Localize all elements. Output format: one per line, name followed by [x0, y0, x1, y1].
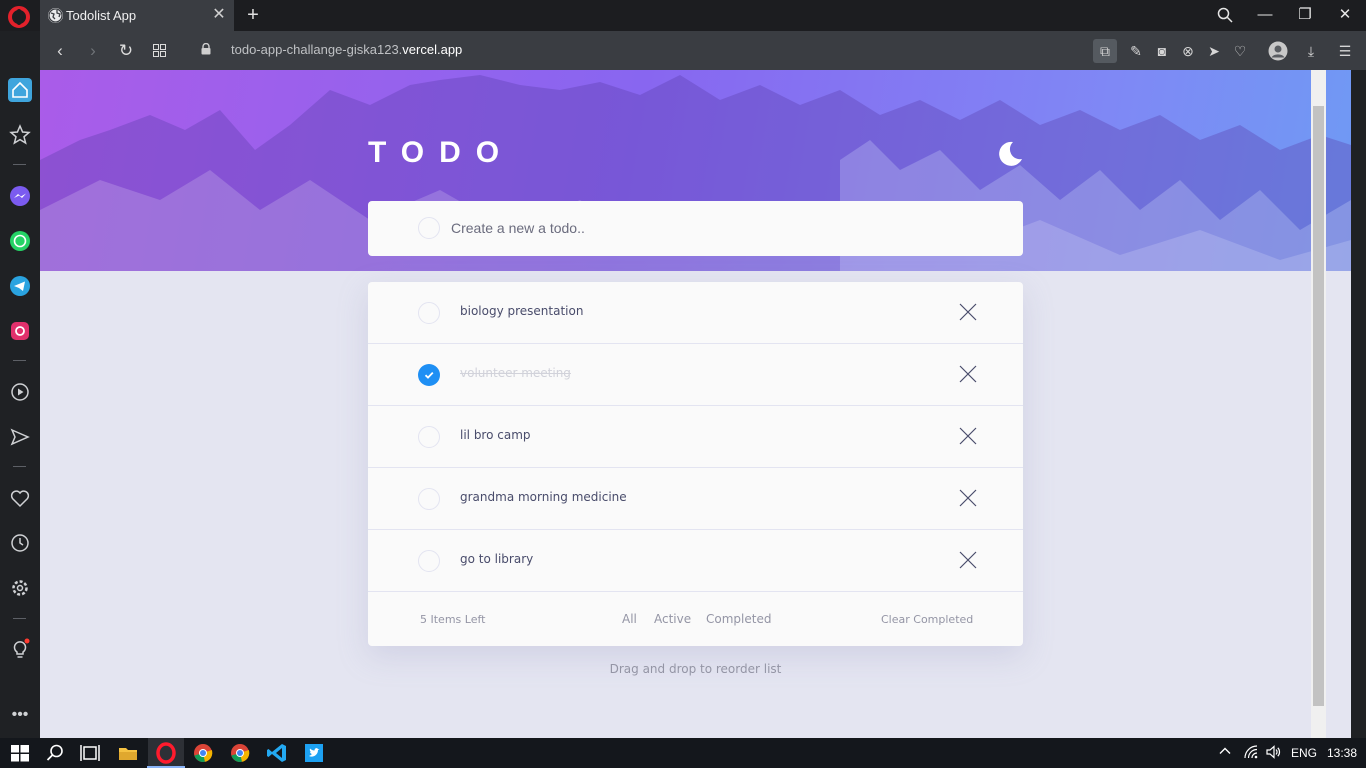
flow-icon[interactable]: [8, 425, 32, 449]
reload-icon[interactable]: ↻: [114, 39, 138, 63]
sidebar-divider: [13, 360, 26, 361]
app-title: TODO: [368, 136, 515, 169]
volume-icon[interactable]: [1265, 744, 1281, 763]
search-taskbar-icon[interactable]: [43, 741, 67, 765]
moon-icon[interactable]: [996, 140, 1024, 168]
delete-cross-icon[interactable]: [958, 426, 978, 446]
web-viewport: TODO biology presentation volunteer meet…: [40, 70, 1351, 738]
todo-text: grandma morning medicine: [460, 490, 627, 504]
task-view-icon[interactable]: [78, 741, 102, 765]
snapshot-toggle-icon[interactable]: ⧉: [1093, 39, 1117, 63]
player-icon[interactable]: [8, 380, 32, 404]
todo-checkbox[interactable]: [418, 550, 440, 572]
new-tab-button[interactable]: +: [243, 4, 263, 26]
forward-icon[interactable]: ›: [81, 39, 105, 63]
todo-text: biology presentation: [460, 304, 584, 318]
todo-item[interactable]: grandma morning medicine: [368, 468, 1023, 530]
todo-item[interactable]: volunteer meeting: [368, 344, 1023, 406]
browser-tab-bar: Todolist App ✕ + — ❐ ✕: [0, 0, 1366, 31]
settings-icon[interactable]: [8, 576, 32, 600]
sidebar-divider: [13, 164, 26, 165]
delete-cross-icon[interactable]: [958, 364, 978, 384]
todo-checkbox[interactable]: [418, 488, 440, 510]
todo-text: go to library: [460, 552, 534, 566]
whatsapp-icon[interactable]: [8, 229, 32, 253]
twitter-app-icon[interactable]: [302, 741, 326, 765]
todo-text: lil bro camp: [460, 428, 531, 442]
filter-active[interactable]: Active: [654, 612, 691, 626]
new-todo-checkbox[interactable]: [418, 217, 440, 239]
back-icon[interactable]: ‹: [48, 39, 72, 63]
easy-setup-icon[interactable]: ☰: [1333, 39, 1357, 63]
sidebar-divider: [13, 466, 26, 467]
chrome-icon[interactable]: [191, 741, 215, 765]
file-explorer-icon[interactable]: [116, 741, 140, 765]
browser-sidebar: •••: [0, 31, 40, 738]
wifi-icon[interactable]: [1243, 744, 1259, 763]
clear-completed-button[interactable]: Clear Completed: [881, 613, 973, 626]
home-icon[interactable]: [8, 78, 32, 102]
download-icon[interactable]: ⤓: [1299, 39, 1323, 63]
share-icon[interactable]: ✎: [1124, 39, 1148, 63]
tabs-grid-icon[interactable]: [147, 39, 171, 63]
language-indicator[interactable]: ENG: [1291, 746, 1317, 760]
opera-taskbar-icon[interactable]: [147, 741, 185, 768]
todo-checkbox[interactable]: [418, 426, 440, 448]
filter-all[interactable]: All: [622, 612, 637, 626]
camera-icon[interactable]: ◙: [1150, 39, 1174, 63]
lock-icon: [201, 43, 211, 55]
todo-footer: 5 Items Left All Active Completed Clear …: [368, 594, 1023, 646]
browser-tab[interactable]: Todolist App ✕: [40, 0, 234, 31]
todo-list: biology presentation volunteer meeting l…: [368, 282, 1023, 646]
instagram-icon[interactable]: [8, 319, 32, 343]
todo-item[interactable]: lil bro camp: [368, 406, 1023, 468]
delete-cross-icon[interactable]: [958, 488, 978, 508]
profile-icon[interactable]: [1266, 39, 1290, 63]
restore-icon[interactable]: ❐: [1292, 4, 1318, 26]
close-window-icon[interactable]: ✕: [1332, 4, 1358, 26]
clock[interactable]: 13:38: [1327, 746, 1357, 760]
send-icon[interactable]: ➤: [1202, 39, 1226, 63]
url-field[interactable]: todo-app-challange-giska123.vercel.app: [231, 42, 462, 57]
reorder-hint: Drag and drop to reorder list: [609, 662, 782, 676]
history-icon[interactable]: [8, 531, 32, 555]
delete-cross-icon[interactable]: [958, 302, 978, 322]
new-todo-input[interactable]: [451, 218, 991, 238]
opera-logo-icon[interactable]: [8, 6, 30, 28]
vscode-icon[interactable]: [265, 741, 289, 765]
lightbulb-icon[interactable]: [8, 637, 32, 661]
scrollbar-thumb[interactable]: [1313, 106, 1324, 706]
globe-icon: [48, 8, 63, 23]
todo-checkbox-checked[interactable]: [418, 364, 440, 386]
windows-start-icon[interactable]: [8, 741, 32, 765]
more-icon[interactable]: •••: [8, 706, 32, 730]
sidebar-divider: [13, 618, 26, 619]
telegram-icon[interactable]: [8, 274, 32, 298]
todo-checkbox[interactable]: [418, 302, 440, 324]
chrome-profile-icon[interactable]: [228, 741, 252, 765]
items-left-count: 5 Items Left: [420, 613, 486, 626]
messenger-icon[interactable]: [8, 184, 32, 208]
star-icon[interactable]: [8, 123, 32, 147]
new-todo-box: [368, 201, 1023, 256]
tab-title: Todolist App: [66, 8, 137, 23]
windows-taskbar: ENG 13:38: [0, 738, 1366, 768]
todo-item[interactable]: go to library: [368, 530, 1023, 592]
heart-icon[interactable]: ♡: [1228, 39, 1252, 63]
tab-close-icon[interactable]: ✕: [210, 6, 228, 24]
adblock-icon[interactable]: ⊗: [1176, 39, 1200, 63]
page-scrollbar[interactable]: [1311, 70, 1326, 738]
tray-chevron-up-icon[interactable]: [1218, 744, 1232, 761]
minimize-icon[interactable]: —: [1252, 4, 1278, 26]
filter-completed[interactable]: Completed: [706, 612, 771, 626]
search-tabs-icon[interactable]: [1212, 4, 1238, 26]
delete-cross-icon[interactable]: [958, 550, 978, 570]
todo-text: volunteer meeting: [460, 366, 571, 380]
check-icon: [424, 371, 434, 379]
todo-item[interactable]: biology presentation: [368, 282, 1023, 344]
address-bar: ‹ › ↻ todo-app-challange-giska123.vercel…: [40, 31, 1366, 70]
my-heart-icon[interactable]: [8, 486, 32, 510]
